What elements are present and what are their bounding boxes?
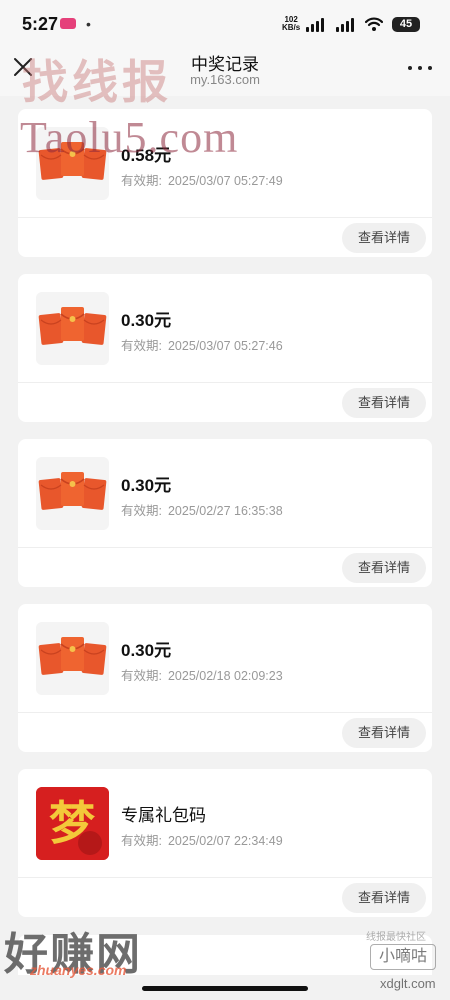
record-amount: 0.30元 bbox=[121, 476, 172, 495]
card-divider bbox=[18, 217, 432, 218]
signal-icon bbox=[306, 18, 326, 32]
record-amount: 0.30元 bbox=[121, 311, 172, 330]
card-divider bbox=[18, 877, 432, 878]
red-envelope-image bbox=[36, 622, 109, 695]
red-envelope-icon bbox=[38, 637, 107, 675]
validity-time: 2025/02/07 22:34:49 bbox=[167, 834, 283, 848]
record-card: 0.30元 有效期: 2025/02/18 02:09:23 查看详情 bbox=[18, 604, 432, 752]
notification-app-icon bbox=[60, 18, 76, 29]
record-validity: 有效期: 2025/03/07 05:27:49 bbox=[121, 170, 289, 189]
view-details-button[interactable]: 查看详情 bbox=[342, 553, 426, 583]
network-speed-unit: KB/s bbox=[282, 23, 301, 32]
validity-label: 有效期: bbox=[121, 339, 162, 353]
validity-time: 2025/03/07 05:27:49 bbox=[167, 174, 283, 188]
validity-label: 有效期: bbox=[121, 834, 162, 848]
game-logo-image: 梦 bbox=[36, 787, 109, 860]
signal-icon-2 bbox=[336, 18, 356, 32]
status-dot: • bbox=[86, 16, 91, 32]
next-card-edge bbox=[18, 935, 432, 975]
red-envelope-image bbox=[36, 457, 109, 530]
validity-label: 有效期: bbox=[121, 174, 162, 188]
record-amount: 0.58元 bbox=[121, 146, 172, 165]
record-card: 0.30元 有效期: 2025/03/07 05:27:46 查看详情 bbox=[18, 274, 432, 422]
record-amount: 0.30元 bbox=[121, 641, 172, 660]
red-envelope-image bbox=[36, 292, 109, 365]
page-subtitle: my.163.com bbox=[190, 72, 260, 87]
red-envelope-icon bbox=[38, 472, 107, 510]
red-envelope-icon bbox=[38, 142, 107, 180]
validity-time: 2025/02/18 02:09:23 bbox=[167, 669, 283, 683]
more-icon[interactable] bbox=[406, 56, 434, 80]
validity-time: 2025/02/27 16:35:38 bbox=[167, 504, 283, 518]
red-envelope-image bbox=[36, 127, 109, 200]
record-card: 0.30元 有效期: 2025/02/27 16:35:38 查看详情 bbox=[18, 439, 432, 587]
wifi-icon bbox=[365, 17, 383, 31]
status-bar: 5:27 • 102 KB/s 45 bbox=[0, 0, 450, 44]
view-details-button[interactable]: 查看详情 bbox=[342, 883, 426, 913]
watermark-xdglt: xdglt.com bbox=[380, 976, 436, 991]
view-details-button[interactable]: 查看详情 bbox=[342, 718, 426, 748]
status-time: 5:27 bbox=[22, 14, 59, 34]
nav-header: 中奖记录 my.163.com bbox=[0, 44, 450, 96]
record-title: 专属礼包码 bbox=[121, 806, 206, 825]
record-validity: 有效期: 2025/02/18 02:09:23 bbox=[121, 665, 289, 684]
card-divider bbox=[18, 382, 432, 383]
view-details-button[interactable]: 查看详情 bbox=[342, 223, 426, 253]
record-card: 0.58元 有效期: 2025/03/07 05:27:49 查看详情 bbox=[18, 109, 432, 257]
validity-label: 有效期: bbox=[121, 669, 162, 683]
record-card: 梦 专属礼包码 有效期: 2025/02/07 22:34:49 查看详情 bbox=[18, 769, 432, 917]
view-details-button[interactable]: 查看详情 bbox=[342, 388, 426, 418]
game-logo-icon: 梦 bbox=[36, 787, 109, 860]
prize-records-screen: 5:27 • 102 KB/s 45 中奖记录 my.163.com 0.58元… bbox=[0, 0, 450, 1000]
validity-label: 有效期: bbox=[121, 504, 162, 518]
record-validity: 有效期: 2025/02/07 22:34:49 bbox=[121, 830, 289, 849]
card-divider bbox=[18, 712, 432, 713]
record-validity: 有效期: 2025/02/27 16:35:38 bbox=[121, 500, 289, 519]
battery-icon: 45 bbox=[392, 17, 420, 32]
red-envelope-icon bbox=[38, 307, 107, 345]
game-logo-glyph: 梦 bbox=[49, 796, 95, 850]
validity-time: 2025/03/07 05:27:46 bbox=[167, 339, 283, 353]
network-speed: 102 KB/s bbox=[282, 16, 300, 32]
home-indicator[interactable] bbox=[142, 986, 308, 991]
card-divider bbox=[18, 547, 432, 548]
record-validity: 有效期: 2025/03/07 05:27:46 bbox=[121, 335, 289, 354]
